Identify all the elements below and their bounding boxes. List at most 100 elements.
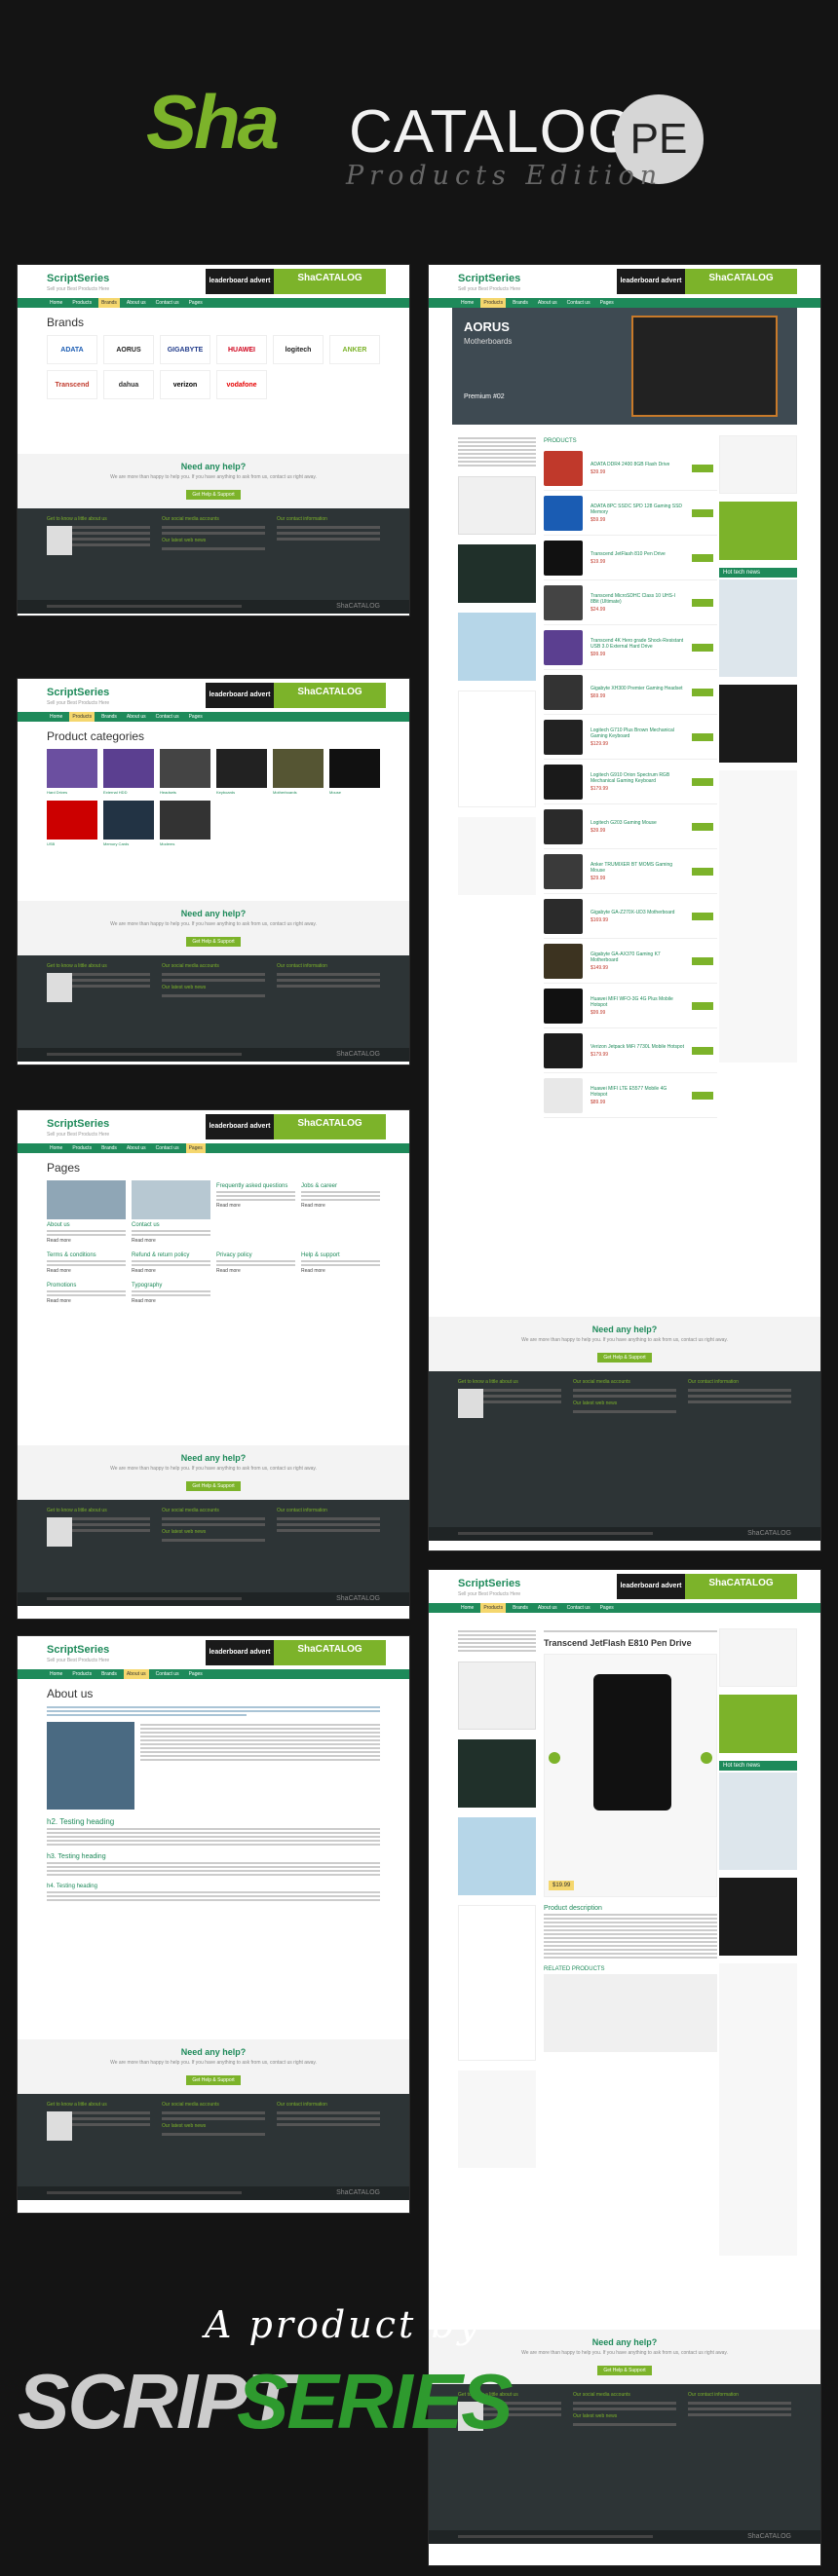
nav-item[interactable]: Home xyxy=(47,712,65,722)
nav-item[interactable]: Home xyxy=(458,1603,476,1613)
sidebar-advert[interactable] xyxy=(458,1661,536,1730)
nav-item[interactable]: Brands xyxy=(98,1143,120,1153)
add-to-cart-button[interactable] xyxy=(692,508,713,517)
site-brand[interactable]: ScriptSeries xyxy=(47,273,109,284)
prev-arrow-icon[interactable] xyxy=(549,1752,560,1764)
brand-tile[interactable]: HUAWEI xyxy=(216,335,267,364)
nav-item[interactable]: Pages xyxy=(185,1143,206,1153)
next-arrow-icon[interactable] xyxy=(701,1752,712,1764)
product-row[interactable]: Verizon Jetpack MiFi 7730L Mobile Hotspo… xyxy=(544,1028,717,1073)
read-more-link[interactable]: Read more xyxy=(216,1203,295,1209)
read-more-link[interactable]: Read more xyxy=(47,1298,126,1304)
nav-item[interactable]: Brands xyxy=(98,1669,120,1679)
site-brand[interactable]: ScriptSeries xyxy=(458,1578,520,1589)
category-tile[interactable]: Modems xyxy=(160,801,210,846)
leaderboard-banner[interactable]: leaderboard advert ShaCATALOG xyxy=(206,1114,386,1139)
add-to-cart-button[interactable] xyxy=(692,867,713,876)
related-products[interactable] xyxy=(544,1974,717,2052)
brand-tile[interactable]: ADATA xyxy=(47,335,97,364)
product-row[interactable]: Huawei MIFI WFO-3G 4G Plus Mobile Hotspo… xyxy=(544,984,717,1028)
page-card[interactable]: Contact us Read more xyxy=(132,1180,210,1244)
product-name[interactable]: Huawei MIFI LTE E5577 Mobile 4G Hotspot xyxy=(590,1086,684,1098)
nav-item[interactable]: Pages xyxy=(597,298,617,308)
leaderboard-banner[interactable]: leaderboard advert ShaCATALOG xyxy=(617,269,797,294)
product-name[interactable]: Gigabyte GA-Z270X-UD3 Motherboard xyxy=(590,910,684,915)
nav-item[interactable]: About us xyxy=(535,298,560,308)
nav-item[interactable]: Products xyxy=(69,1669,95,1679)
product-row[interactable]: Logitech G710 Plus Brown Mechanical Gami… xyxy=(544,715,717,760)
product-row[interactable]: ADATA DDR4 2400 8GB Flash Drive $39.99 xyxy=(544,446,717,491)
product-name[interactable]: Anker TRUMIXER BT MOMS Gaming Mouse xyxy=(590,862,684,874)
read-more-link[interactable]: Read more xyxy=(132,1268,210,1274)
product-row[interactable]: Gigabyte GA-Z270X-UD3 Motherboard $169.99 xyxy=(544,894,717,939)
sidebar-advert[interactable] xyxy=(458,1739,536,1808)
page-card[interactable]: About us Read more xyxy=(47,1180,126,1244)
category-tile[interactable]: Mouse xyxy=(329,749,380,795)
nav-item[interactable]: Contact us xyxy=(153,298,182,308)
hero-slider[interactable]: AORUS Motherboards Premium #02 xyxy=(452,308,797,425)
nav-item[interactable]: Brands xyxy=(510,298,531,308)
add-to-cart-button[interactable] xyxy=(692,464,713,472)
nav-item[interactable]: About us xyxy=(124,298,149,308)
product-row[interactable]: ADATA 8PC SSDC SPD 128 Gaming SSD Memory… xyxy=(544,491,717,536)
nav-item[interactable]: Home xyxy=(47,1669,65,1679)
product-row[interactable]: Transcend 4K Hero grade Shock-Resistant … xyxy=(544,625,717,670)
leaderboard-banner[interactable]: leaderboard advert ShaCATALOG xyxy=(206,1640,386,1665)
add-to-cart-button[interactable] xyxy=(692,822,713,831)
help-button[interactable]: Get Help & Support xyxy=(597,2366,652,2375)
product-row[interactable]: Logitech G910 Orion Spectrum RGB Mechani… xyxy=(544,760,717,804)
brand-tile[interactable]: vodafone xyxy=(216,370,267,399)
site-brand[interactable]: ScriptSeries xyxy=(458,273,520,284)
product-row[interactable]: Gigabyte GA-AX370 Gaming K7 Motherboard $… xyxy=(544,939,717,984)
page-card[interactable]: Typography Read more xyxy=(132,1280,210,1304)
brand-tile[interactable]: dahua xyxy=(103,370,154,399)
site-brand[interactable]: ScriptSeries xyxy=(47,1644,109,1656)
category-tile[interactable]: External HDD xyxy=(103,749,154,795)
page-card[interactable]: Privacy policy Read more xyxy=(216,1250,295,1274)
product-name[interactable]: Logitech G910 Orion Spectrum RGB Mechani… xyxy=(590,772,684,784)
sidebar-advert[interactable] xyxy=(458,1817,536,1895)
page-card[interactable]: Jobs & career Read more xyxy=(301,1180,380,1244)
add-to-cart-button[interactable] xyxy=(692,732,713,741)
product-name[interactable]: Transcend 4K Hero grade Shock-Resistant … xyxy=(590,638,684,650)
product-row[interactable]: Anker TRUMIXER BT MOMS Gaming Mouse $29.9… xyxy=(544,849,717,894)
help-button[interactable]: Get Help & Support xyxy=(186,937,241,947)
add-to-cart-button[interactable] xyxy=(692,956,713,965)
help-button[interactable]: Get Help & Support xyxy=(186,1481,241,1491)
nav-item[interactable]: Products xyxy=(69,1143,95,1153)
product-name[interactable]: Gigabyte XH300 Premier Gaming Headset xyxy=(590,686,684,691)
read-more-link[interactable]: Read more xyxy=(47,1238,126,1244)
read-more-link[interactable]: Read more xyxy=(132,1238,210,1244)
product-name[interactable]: ADATA DDR4 2400 8GB Flash Drive xyxy=(590,462,684,467)
page-card[interactable]: Terms & conditions Read more xyxy=(47,1250,126,1274)
nav-item[interactable]: Brands xyxy=(98,298,120,308)
product-name[interactable]: ADATA 8PC SSDC SPD 128 Gaming SSD Memory xyxy=(590,504,684,515)
leaderboard-banner[interactable]: leaderboard advert ShaCATALOG xyxy=(206,269,386,294)
nav-item[interactable]: Brands xyxy=(98,712,120,722)
nav-item[interactable]: Contact us xyxy=(153,1143,182,1153)
product-row[interactable]: Transcend JetFlash 810 Pen Drive $19.99 xyxy=(544,536,717,580)
nav-item[interactable]: Pages xyxy=(186,1669,206,1679)
leaderboard-banner[interactable]: leaderboard advert ShaCATALOG xyxy=(617,1574,797,1599)
product-row[interactable]: Huawei MIFI LTE E5577 Mobile 4G Hotspot $… xyxy=(544,1073,717,1118)
nav-item[interactable]: Products xyxy=(69,298,95,308)
read-more-link[interactable]: Read more xyxy=(47,1268,126,1274)
nav-item[interactable]: Brands xyxy=(510,1603,531,1613)
add-to-cart-button[interactable] xyxy=(692,598,713,607)
brand-tile[interactable]: ANKER xyxy=(329,335,380,364)
brand-tile[interactable]: logitech xyxy=(273,335,324,364)
leaderboard-banner[interactable]: leaderboard advert ShaCATALOG xyxy=(206,683,386,708)
nav-item[interactable]: Contact us xyxy=(564,1603,593,1613)
product-row[interactable]: Transcend MicroSDHC Class 10 UHS-I 8Bit … xyxy=(544,580,717,625)
product-row[interactable]: Logitech G203 Gaming Mouse $39.99 xyxy=(544,804,717,849)
product-name[interactable]: Gigabyte GA-AX370 Gaming K7 Motherboard xyxy=(590,952,684,963)
add-to-cart-button[interactable] xyxy=(692,1046,713,1055)
brand-tile[interactable]: AORUS xyxy=(103,335,154,364)
nav-item[interactable]: Pages xyxy=(186,298,206,308)
add-to-cart-button[interactable] xyxy=(692,1091,713,1100)
page-card[interactable]: Refund & return policy Read more xyxy=(132,1250,210,1274)
add-to-cart-button[interactable] xyxy=(692,1001,713,1010)
nav-item[interactable]: Contact us xyxy=(153,1669,182,1679)
category-tile[interactable]: USB xyxy=(47,801,97,846)
product-name[interactable]: Transcend JetFlash 810 Pen Drive xyxy=(590,551,684,557)
